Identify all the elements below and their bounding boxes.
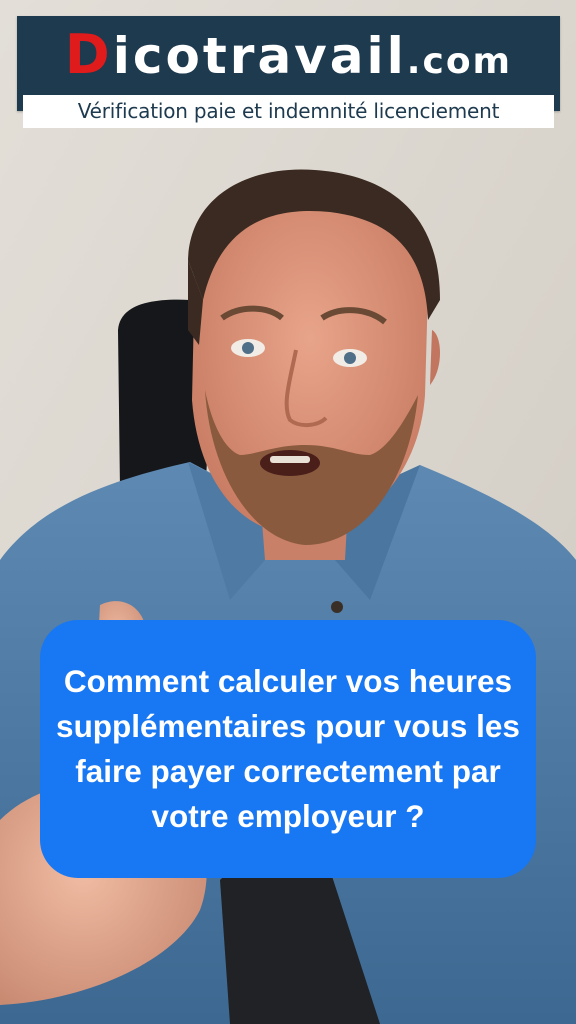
question-text: Comment calculer vos heures supplémentai… xyxy=(56,663,520,834)
brand-logo-name: icotravail xyxy=(112,27,407,85)
brand-logo-domain: .com xyxy=(406,41,513,82)
brand-logo: Dicotravail.com xyxy=(17,20,560,90)
brand-logo-first-letter: D xyxy=(64,23,113,86)
brand-banner: Dicotravail.com Vérification paie et ind… xyxy=(17,16,560,128)
question-bubble: Comment calculer vos heures supplémentai… xyxy=(40,620,536,878)
shirt-button xyxy=(331,601,343,613)
teeth xyxy=(270,456,310,463)
brand-tagline: Vérification paie et indemnité licenciem… xyxy=(23,95,554,128)
iris-left xyxy=(242,342,254,354)
iris-right xyxy=(344,352,356,364)
